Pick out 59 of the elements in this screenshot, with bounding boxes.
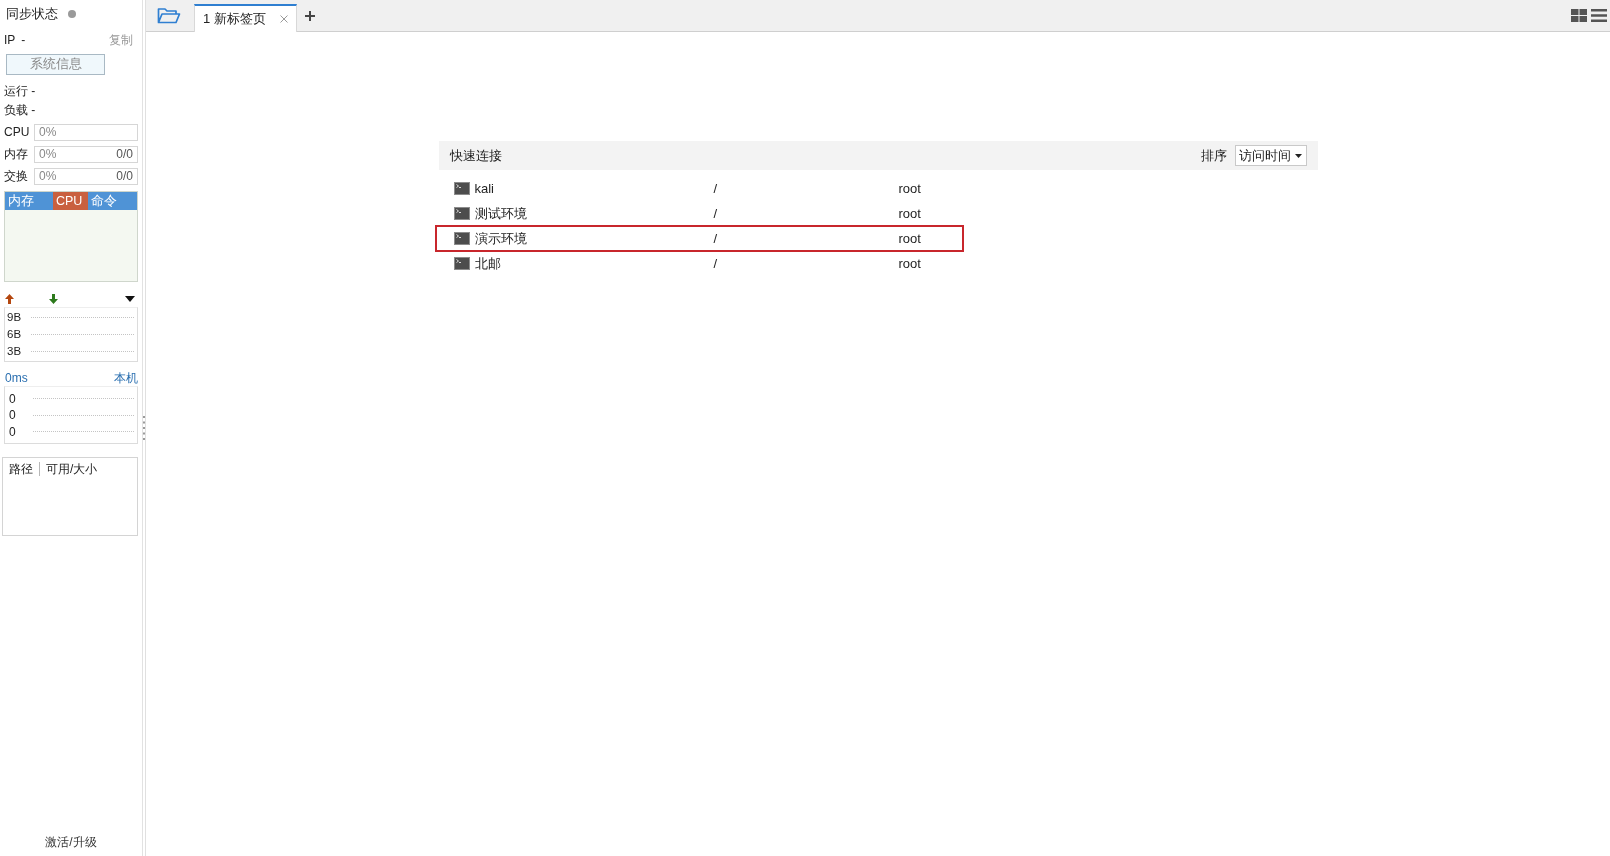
monitor-tab[interactable]: CPU bbox=[53, 192, 88, 210]
stat-line: 负载 - bbox=[4, 101, 36, 119]
ip-label: IP bbox=[4, 32, 16, 49]
add-tab-icon[interactable] bbox=[305, 10, 315, 21]
browser-tab[interactable]: 1 新标签页 bbox=[194, 4, 297, 32]
connection-name[interactable]: 演示环境 bbox=[474, 228, 714, 249]
axis-tick-label: 0 bbox=[9, 390, 17, 408]
connection-name[interactable]: 北邮 bbox=[474, 253, 714, 274]
list-view-icon[interactable] bbox=[1591, 9, 1607, 22]
meter-amount: 0/0 bbox=[116, 146, 133, 163]
sort-value: 访问时间 bbox=[1238, 146, 1291, 165]
connection-path: / bbox=[713, 229, 719, 248]
meter-percent: 0% bbox=[39, 146, 57, 163]
close-icon[interactable] bbox=[280, 15, 288, 23]
meter-percent: 0% bbox=[39, 124, 57, 141]
axis-tick-label: 6B bbox=[7, 326, 23, 342]
download-arrow-icon bbox=[49, 293, 58, 304]
caret-icon bbox=[1294, 153, 1302, 158]
connection-user: root bbox=[898, 254, 921, 273]
sort-dropdown[interactable]: 访问时间 bbox=[1234, 145, 1307, 166]
axis-tick-label: 3B bbox=[7, 343, 23, 359]
connection-user: root bbox=[898, 204, 921, 223]
meter-amount: 0/0 bbox=[116, 168, 133, 185]
connection-path: / bbox=[713, 254, 719, 273]
axis-tick-label: 0 bbox=[9, 423, 17, 441]
meter-label: 交换 bbox=[4, 168, 29, 185]
sync-status-label: 同步状态 bbox=[6, 5, 58, 23]
sort-label: 排序 bbox=[1200, 146, 1227, 165]
status-dot-icon bbox=[68, 10, 76, 18]
folder-icon[interactable] bbox=[157, 7, 181, 24]
meter-label: 内存 bbox=[4, 146, 29, 163]
axis-tick-label: 9B bbox=[7, 309, 23, 325]
axis-tick-label: 0 bbox=[9, 407, 17, 424]
connection-user: root bbox=[898, 229, 921, 248]
latency-reading: 0ms bbox=[5, 370, 28, 387]
grid-view-icon[interactable] bbox=[1571, 9, 1587, 22]
meter-label: CPU bbox=[4, 124, 31, 141]
terminal-icon bbox=[453, 182, 470, 195]
terminal-icon bbox=[453, 207, 470, 220]
meter-percent: 0% bbox=[39, 168, 57, 185]
activate-upgrade-link[interactable]: 激活/升级 bbox=[45, 833, 97, 851]
stat-line: 运行 - bbox=[4, 82, 36, 100]
connection-name[interactable]: kali bbox=[474, 178, 714, 199]
terminal-icon bbox=[453, 232, 470, 245]
connection-path: / bbox=[713, 204, 719, 223]
connection-path: / bbox=[713, 179, 719, 198]
ip-value: - bbox=[21, 32, 26, 49]
column-header[interactable]: 可用/大小 bbox=[39, 461, 104, 476]
upload-arrow-icon bbox=[5, 293, 14, 304]
system-info-button[interactable]: 系统信息 bbox=[6, 54, 105, 75]
tab-title: 1 新标签页 bbox=[203, 10, 266, 29]
grip-handle-icon[interactable] bbox=[143, 416, 145, 440]
host-selector[interactable]: 本机 bbox=[114, 369, 138, 387]
connection-name[interactable]: 测试环境 bbox=[474, 203, 714, 224]
panel-title: 快速连接 bbox=[449, 146, 502, 165]
column-header[interactable]: 路径 bbox=[3, 459, 39, 478]
dropdown-triangle-icon[interactable] bbox=[125, 295, 135, 302]
connection-user: root bbox=[898, 179, 921, 198]
terminal-icon bbox=[453, 257, 470, 270]
